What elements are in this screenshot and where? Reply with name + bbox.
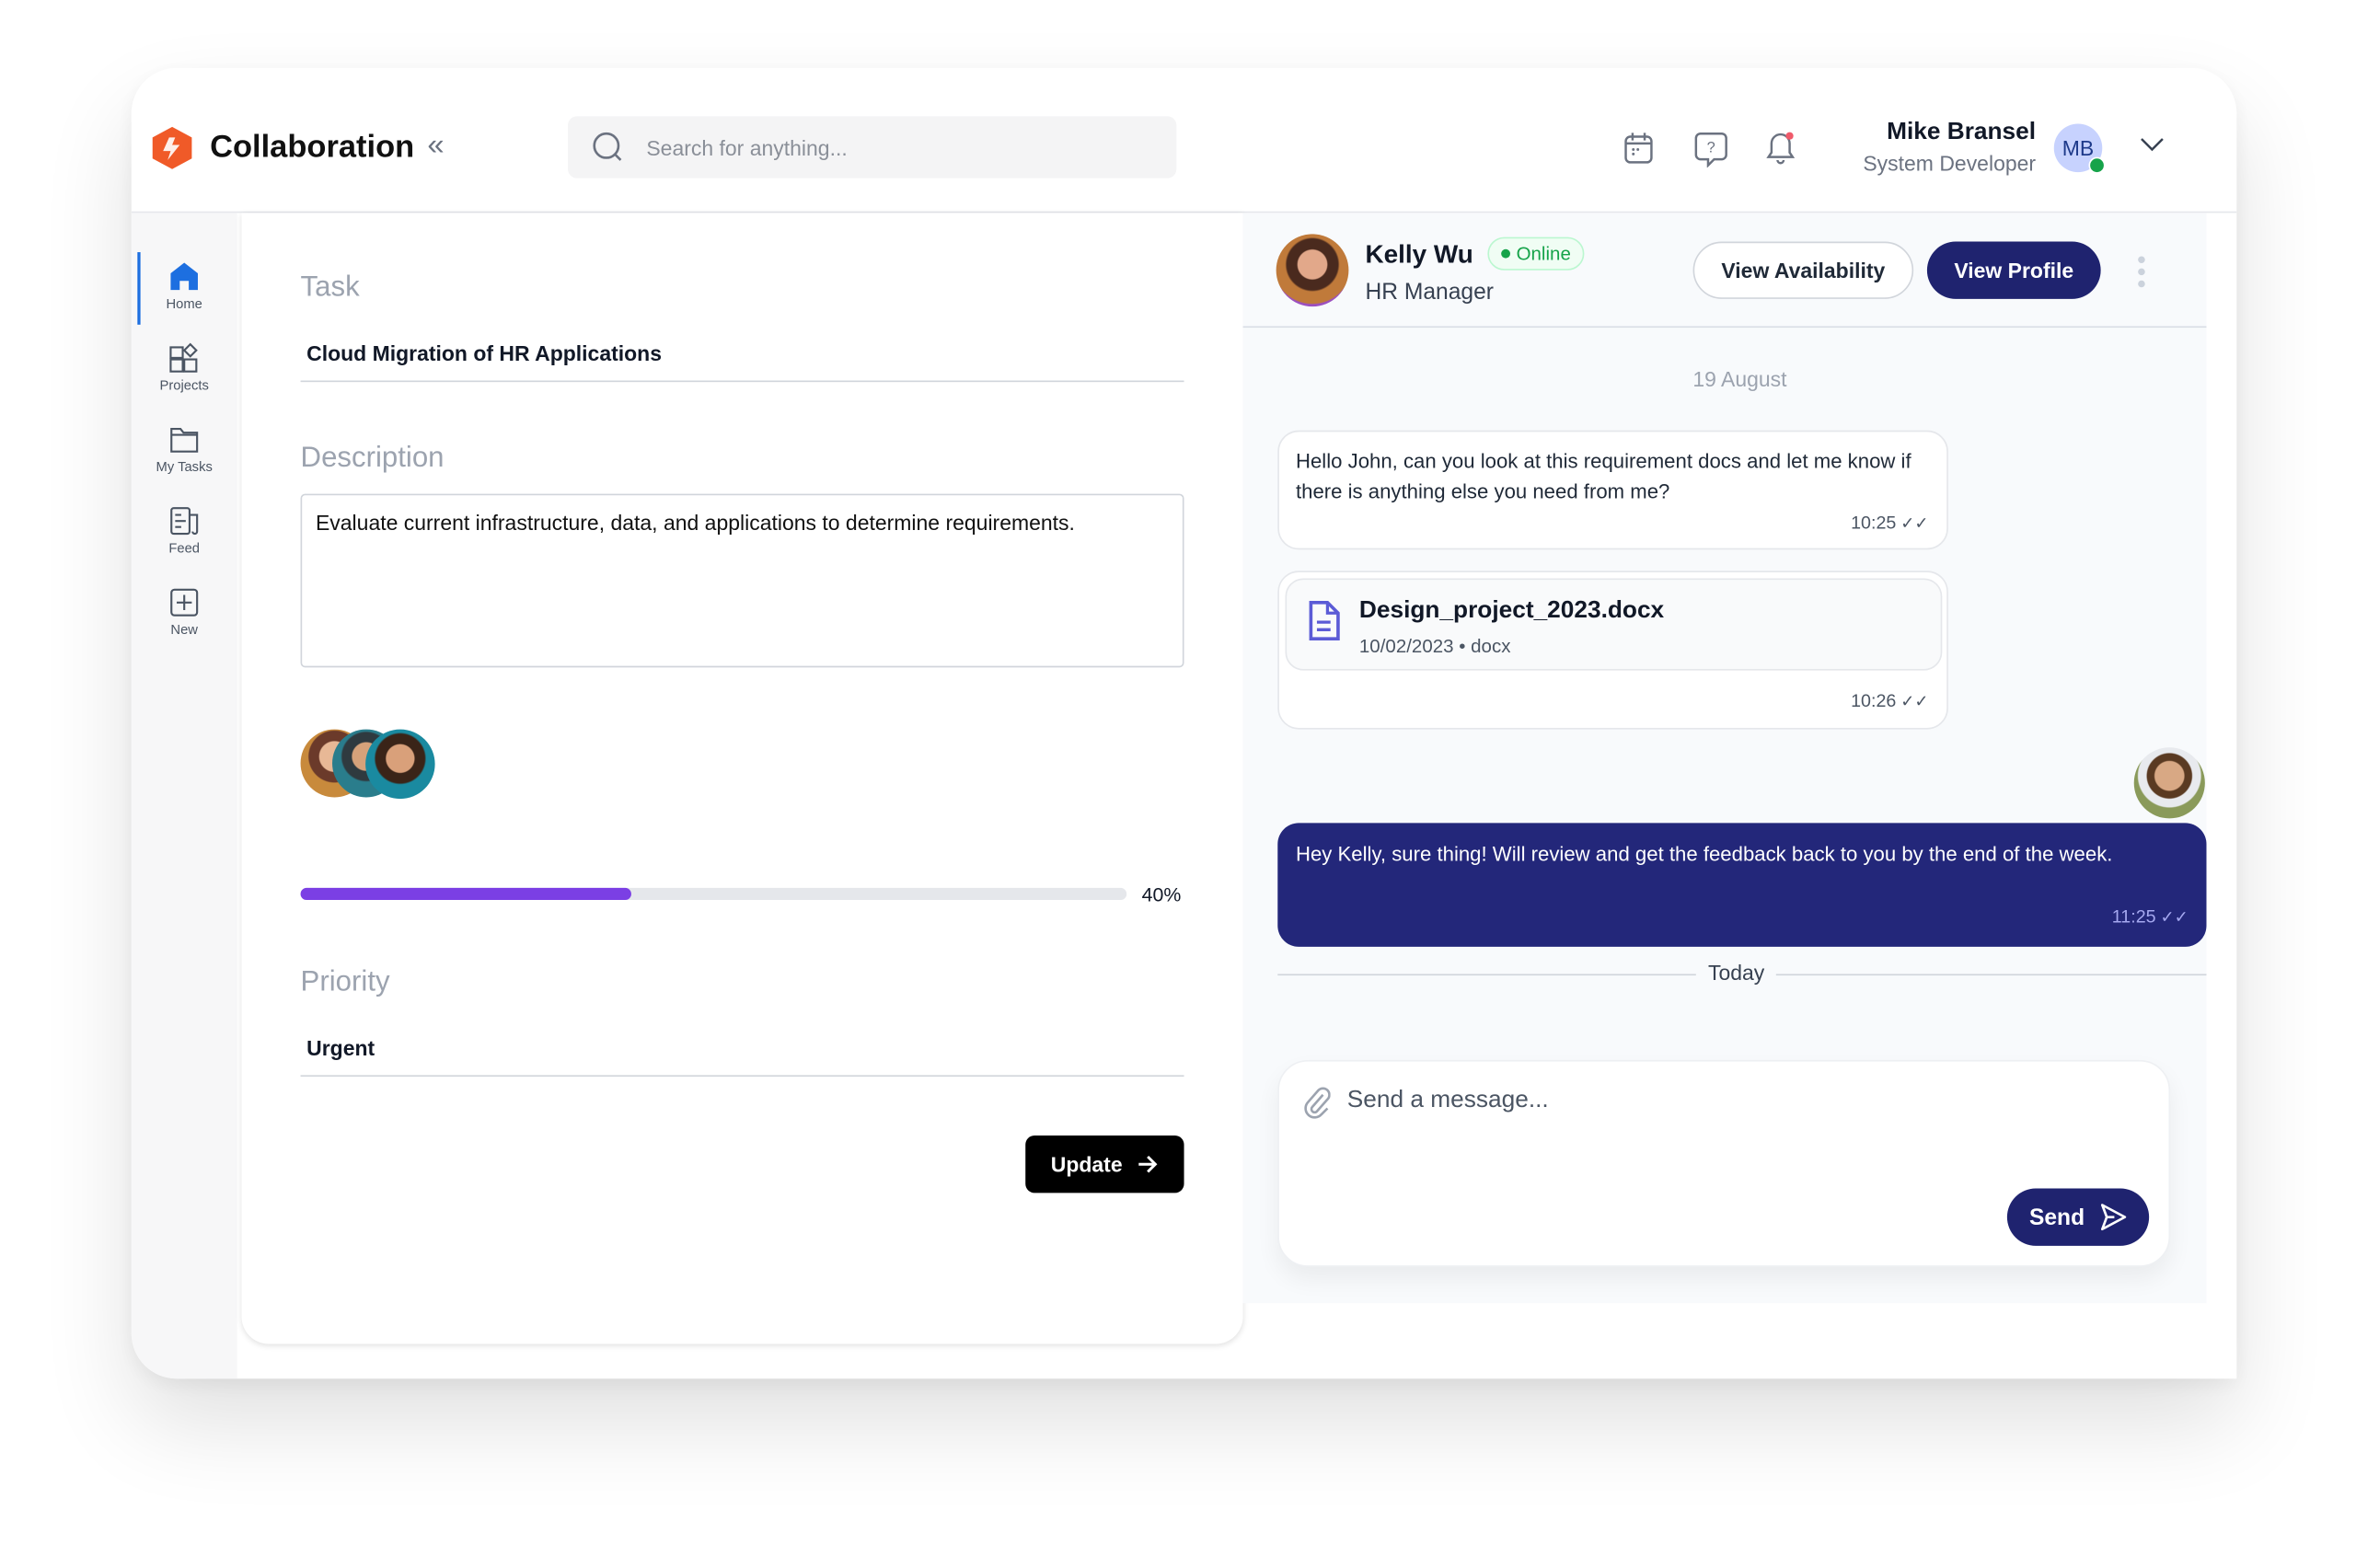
file-name: Design_project_2023.docx (1358, 597, 1665, 624)
update-button[interactable]: Update (1025, 1136, 1184, 1193)
user-role: System Developer (1863, 151, 2037, 176)
file-attachment[interactable]: Design_project_2023.docx 10/02/2023 • do… (1285, 578, 1943, 671)
file-meta: 10/02/2023 • docx (1358, 635, 1511, 657)
description-field[interactable]: Evaluate current infrastructure, data, a… (300, 493, 1184, 668)
avatar[interactable]: MB (2053, 123, 2106, 174)
document-icon (1309, 600, 1340, 640)
sidebar-item-home[interactable]: Home (132, 261, 237, 337)
plus-square-icon (170, 588, 199, 617)
progress-text: 40% (1141, 882, 1182, 906)
online-check-icon (2088, 156, 2106, 174)
sidebar-item-new[interactable]: New (132, 587, 237, 663)
sidebar: Home Projects My Tasks Feed New (131, 213, 237, 1379)
user-info: Mike Bransel System Developer (1863, 120, 2036, 176)
contact-avatar[interactable] (1276, 234, 1349, 307)
arrow-right-icon (1138, 1155, 1158, 1173)
user-name: Mike Bransel (1887, 119, 2037, 145)
app-window: Collaboration « Search for anything... ?… (131, 67, 2237, 1379)
double-check-icon: ✓✓ (1900, 513, 1929, 533)
status-badge: Online (1487, 236, 1585, 271)
file-message-bubble: Design_project_2023.docx 10/02/2023 • do… (1277, 571, 1948, 730)
view-availability-button[interactable]: View Availability (1692, 241, 1914, 299)
task-field[interactable]: Cloud Migration of HR Applications (306, 341, 662, 365)
contact-role: HR Manager (1365, 279, 1495, 306)
double-check-icon: ✓✓ (1900, 692, 1929, 711)
avatar (365, 729, 435, 800)
progress-bar (300, 887, 1127, 901)
sidebar-item-feed[interactable]: Feed (132, 506, 237, 582)
date-separator: 19 August (1692, 366, 1787, 392)
bell-icon[interactable] (1765, 130, 1798, 166)
paperclip-icon[interactable] (1303, 1086, 1331, 1119)
search-input[interactable]: Search for anything... (568, 116, 1177, 179)
feed-icon (170, 507, 199, 536)
priority-field[interactable]: Urgent (306, 1036, 375, 1060)
divider (300, 1075, 1184, 1078)
task-panel: Task Cloud Migration of HR Applications … (241, 213, 1243, 1344)
svg-text:?: ? (1707, 140, 1715, 156)
divider (1242, 326, 2207, 329)
calendar-icon[interactable] (1623, 132, 1654, 165)
search-icon (593, 132, 622, 161)
assignee-avatars[interactable] (300, 729, 437, 800)
user-avatar (2133, 747, 2205, 819)
message-bubble-outgoing: Hey Kelly, sure thing! Will review and g… (1277, 823, 2207, 947)
logo-icon (152, 126, 192, 169)
message-composer[interactable]: Send a message... Send (1277, 1059, 2171, 1267)
message-input[interactable]: Send a message... (1347, 1088, 1549, 1115)
home-icon (170, 262, 198, 291)
send-icon (2101, 1204, 2127, 1231)
sidebar-item-my-tasks[interactable]: My Tasks (132, 424, 237, 500)
progress-fill (300, 887, 631, 901)
contact-name: Kelly Wu (1365, 239, 1473, 270)
sidebar-item-projects[interactable]: Projects (132, 342, 237, 419)
help-chat-icon[interactable]: ? (1694, 132, 1727, 168)
today-separator: Today (1695, 960, 1777, 985)
message-bubble: Hello John, can you look at this require… (1277, 430, 1948, 550)
view-profile-button[interactable]: View Profile (1926, 241, 2101, 299)
send-button[interactable]: Send (2006, 1188, 2150, 1246)
double-chevron-left-icon[interactable]: « (427, 128, 444, 163)
folder-icon (170, 427, 199, 453)
description-label: Description (300, 442, 445, 475)
chevron-down-icon[interactable] (2140, 137, 2164, 152)
app-title: Collaboration (210, 130, 415, 165)
projects-icon (169, 342, 198, 373)
task-label: Task (300, 271, 360, 304)
chat-panel: Kelly Wu Online HR Manager View Availabi… (1242, 213, 2207, 1304)
online-dot-icon (1501, 248, 1510, 259)
more-vertical-icon[interactable] (2137, 255, 2146, 288)
priority-label: Priority (300, 966, 390, 998)
divider (300, 380, 1184, 383)
double-check-icon: ✓✓ (2160, 908, 2189, 927)
